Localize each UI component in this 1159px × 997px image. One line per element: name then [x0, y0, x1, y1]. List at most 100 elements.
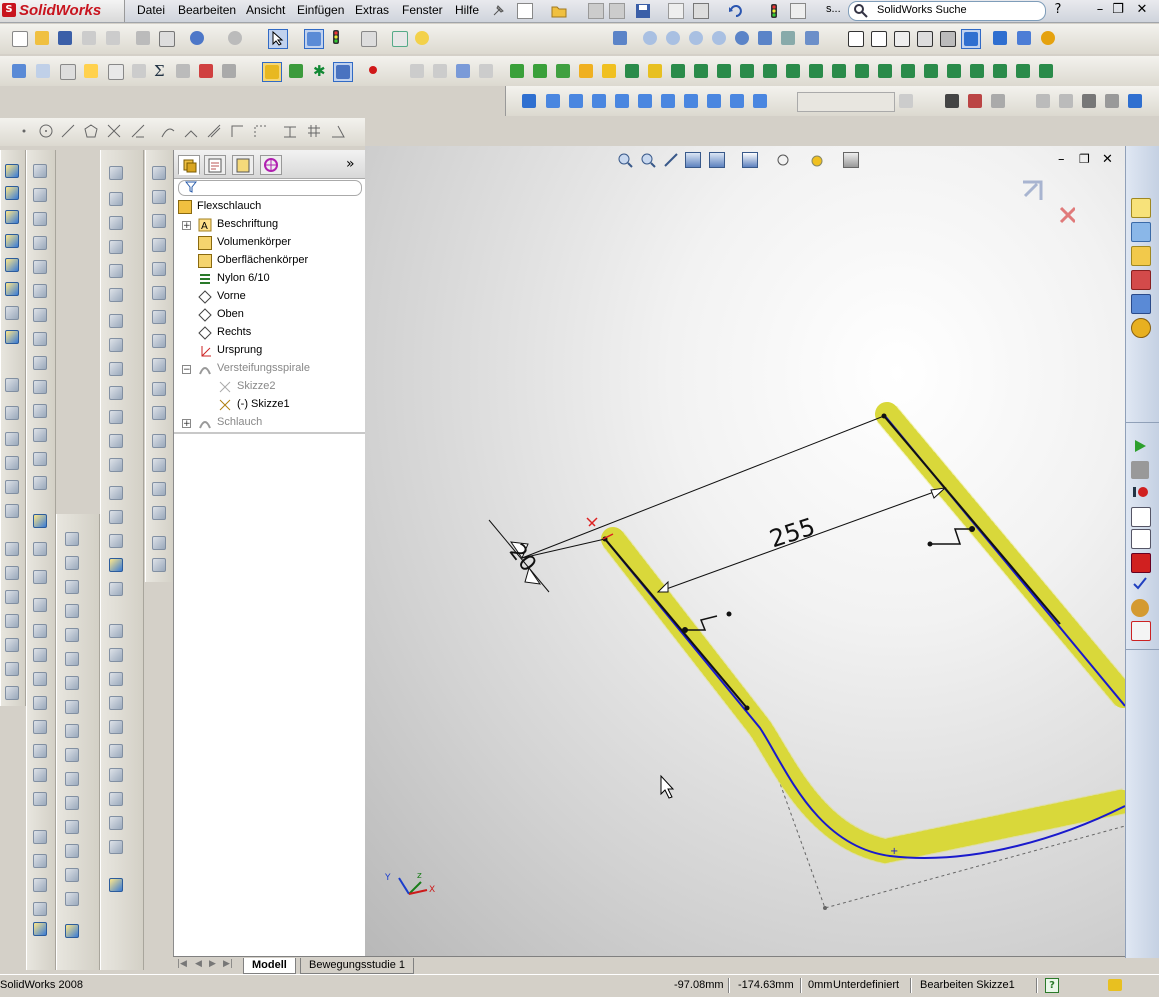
- split-line-icon[interactable]: [33, 854, 47, 868]
- pattern-command-icon[interactable]: [5, 504, 19, 518]
- app-logo[interactable]: S SolidWorks: [0, 0, 125, 22]
- tree-item[interactable]: Skizze2: [174, 378, 366, 396]
- sketch-fillet-icon[interactable]: [5, 378, 19, 392]
- bottom-view-icon[interactable]: [659, 92, 677, 110]
- offset-tool-icon[interactable]: [206, 123, 224, 141]
- rip-icon[interactable]: [220, 62, 238, 80]
- forming-tool-icon[interactable]: [109, 386, 123, 400]
- extend-command-icon[interactable]: [5, 432, 19, 446]
- line-format-icon[interactable]: [1080, 92, 1098, 110]
- parting-surface-icon[interactable]: [109, 696, 123, 710]
- realview-icon[interactable]: [961, 29, 981, 49]
- chamfer-icon[interactable]: [33, 404, 47, 418]
- knit-surface-icon[interactable]: [65, 748, 79, 762]
- cut-revolve-icon[interactable]: [33, 308, 47, 322]
- filter-body-icon[interactable]: [922, 62, 940, 80]
- restore-button[interactable]: ❐: [1110, 2, 1126, 18]
- cut-sweep-icon[interactable]: [33, 332, 47, 346]
- rib-icon[interactable]: [33, 428, 47, 442]
- filter-planes-icon[interactable]: [554, 62, 572, 80]
- flex-icon[interactable]: [152, 358, 166, 372]
- layer-command-icon[interactable]: [5, 614, 19, 628]
- undercut-icon[interactable]: [109, 840, 123, 854]
- note-icon[interactable]: [82, 62, 100, 80]
- rebuild-icon[interactable]: [328, 29, 346, 47]
- filter-icon[interactable]: [408, 62, 426, 80]
- save-icon[interactable]: [56, 29, 74, 47]
- tag-icon[interactable]: [1108, 979, 1122, 991]
- filter-axis-icon[interactable]: [853, 62, 871, 80]
- layer-properties-icon[interactable]: [1057, 92, 1075, 110]
- render-icon[interactable]: [966, 92, 984, 110]
- search-overflow[interactable]: s...: [826, 3, 841, 15]
- rectangle-command-icon[interactable]: [5, 282, 19, 296]
- unfold-icon[interactable]: [109, 410, 123, 424]
- play-macro-icon[interactable]: [1131, 437, 1149, 455]
- filter-cosmetic-thread-icon[interactable]: [715, 62, 733, 80]
- relations-icon[interactable]: [5, 234, 19, 248]
- sweep-icon[interactable]: [33, 212, 47, 226]
- mirror-feature-icon[interactable]: [33, 570, 47, 584]
- tab-model[interactable]: Modell: [243, 958, 296, 974]
- filter-connection-icon[interactable]: [807, 62, 825, 80]
- search-input[interactable]: SolidWorks Suche: [848, 1, 1046, 21]
- help-icon[interactable]: [413, 29, 431, 47]
- picture-command-icon[interactable]: [5, 590, 19, 604]
- zoom-to-fit-icon[interactable]: [641, 29, 659, 47]
- appearance-command-icon[interactable]: [152, 558, 166, 572]
- search-results-icon[interactable]: [1131, 270, 1151, 290]
- open-folder-icon[interactable]: [551, 3, 567, 19]
- filter-block-icon[interactable]: [876, 62, 894, 80]
- redo-icon[interactable]: [226, 29, 244, 47]
- coordinate-icon[interactable]: [1126, 92, 1144, 110]
- polygon-tool-icon[interactable]: [83, 123, 101, 141]
- record-macro-icon[interactable]: [1131, 483, 1149, 501]
- zoom-in-out-icon[interactable]: [687, 29, 705, 47]
- sketched-bend-icon[interactable]: [109, 314, 123, 328]
- print-preview-icon[interactable]: [157, 29, 175, 47]
- curve-driven-pattern-icon[interactable]: [33, 598, 47, 612]
- draft-analysis-icon[interactable]: [109, 816, 123, 830]
- offset-surface-icon[interactable]: [65, 628, 79, 642]
- print-icon[interactable]: [134, 29, 152, 47]
- sketch-line-right[interactable]: [883, 415, 1061, 625]
- mass-properties-icon[interactable]: [130, 62, 148, 80]
- filter-faces-icon[interactable]: [431, 62, 449, 80]
- edit-sketch-icon[interactable]: [333, 62, 353, 82]
- flatten-icon[interactable]: [109, 458, 123, 472]
- point-icon[interactable]: ✱: [311, 62, 329, 80]
- tree-item[interactable]: Vorne: [174, 288, 366, 306]
- filter-surface-icon[interactable]: [968, 62, 986, 80]
- miter-flange-icon[interactable]: [109, 240, 123, 254]
- filter-gtol-icon[interactable]: [623, 62, 641, 80]
- hem-icon[interactable]: [109, 264, 123, 278]
- filter-dowel-icon[interactable]: [784, 62, 802, 80]
- trim-command-icon[interactable]: [5, 406, 19, 420]
- tree-item[interactable]: Rechts: [174, 324, 366, 342]
- parting-line-icon[interactable]: [109, 648, 123, 662]
- appearances-icon[interactable]: [1131, 318, 1151, 338]
- undo-icon[interactable]: [188, 29, 206, 47]
- sketch-driven-pattern-icon[interactable]: [33, 624, 47, 638]
- layer-icon[interactable]: [1034, 92, 1052, 110]
- toolbox-icon[interactable]: [1131, 599, 1149, 617]
- dome-icon[interactable]: [152, 310, 166, 324]
- line-style-icon[interactable]: [1103, 92, 1121, 110]
- camera-icon[interactable]: [943, 92, 961, 110]
- sketch-endpoint[interactable]: [744, 705, 750, 711]
- checkmark-icon[interactable]: [1131, 575, 1149, 593]
- tree-item[interactable]: Oben: [174, 306, 366, 324]
- next-tab-button[interactable]: ▶: [209, 959, 216, 969]
- move-command-icon[interactable]: [5, 638, 19, 652]
- new-document-icon[interactable]: [517, 3, 533, 19]
- cavity-icon[interactable]: [109, 768, 123, 782]
- tab-feature-tree[interactable]: [178, 155, 200, 175]
- wrap-icon[interactable]: [152, 334, 166, 348]
- graphics-area[interactable]: – ❐ ✕ + 255 20 z Y X: [365, 146, 1125, 958]
- scale-mold-icon[interactable]: [109, 792, 123, 806]
- instant3d-sheet-icon[interactable]: [109, 558, 123, 572]
- cut-loft-icon[interactable]: [33, 356, 47, 370]
- sketch-midpoint[interactable]: [682, 627, 688, 633]
- spell-check-icon[interactable]: [10, 62, 28, 80]
- instant3d-mold-icon[interactable]: [109, 878, 123, 892]
